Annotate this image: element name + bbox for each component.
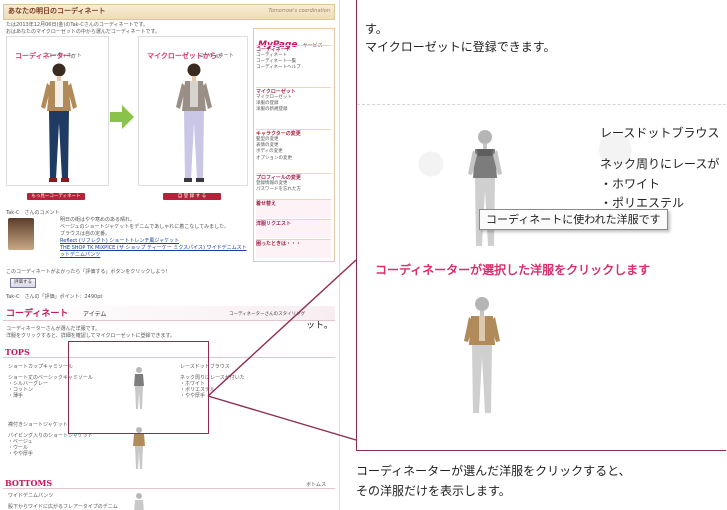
- zoom-item-detail: ネック周りにレースが: [600, 157, 720, 171]
- caption-line: コーディネーターが選んだ洋服をクリックすると、: [356, 464, 631, 478]
- zoom-item-detail: ・ホワイト: [600, 177, 661, 191]
- divider: [357, 104, 726, 109]
- zoom-text: す。: [365, 22, 388, 36]
- zoom-item-name[interactable]: レースドットブラウス: [600, 124, 719, 141]
- caption-line: その洋服だけを表示します。: [356, 484, 511, 498]
- zoom-text: マイクローゼットに登録できます。: [365, 40, 556, 54]
- jacket-figure[interactable]: [460, 295, 504, 415]
- magnified-view: す。 マイクローゼットに登録できます。 レースドットブラウス ネック周りにレース…: [356, 0, 726, 451]
- tooltip: コーディネートに使われた洋服です: [479, 209, 668, 230]
- callout-headline: コーディネーターが選択した洋服をクリックします: [375, 263, 651, 277]
- blouse-figure[interactable]: [463, 128, 507, 248]
